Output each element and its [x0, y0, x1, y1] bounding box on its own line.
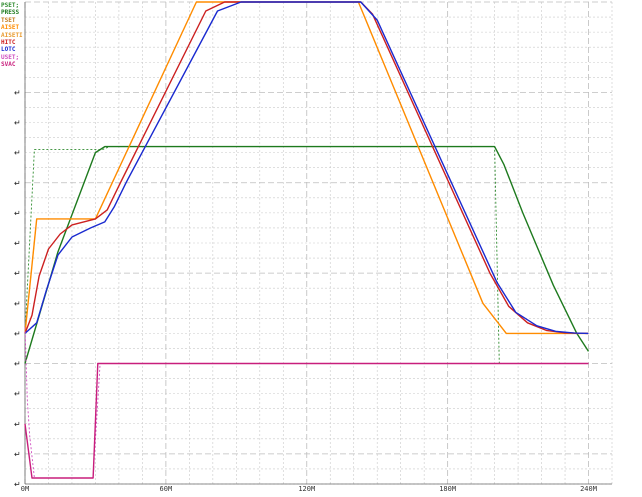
row-marker-icon: ↵	[14, 239, 21, 248]
legend-entry: LOTC	[1, 46, 16, 54]
legend-entry: SVAC	[1, 61, 16, 69]
row-marker-icon: ↵	[14, 179, 21, 188]
row-markers: ↵ ↵ ↵ ↵ ↵ ↵ ↵ ↵ ↵ ↵ ↵ ↵ ↵ ↵	[14, 88, 21, 489]
grid	[24, 1, 613, 485]
x-tick-label: 0M	[21, 485, 29, 493]
line-chart: 0M 60M 120M 180M 240M ↵ ↵ ↵ ↵ ↵ ↵ ↵ ↵ ↵ ↵ ↵ ↵ ↵ ↵	[14, 1, 613, 493]
row-marker-icon: ↵	[14, 360, 21, 369]
x-tick-label: 120M	[298, 485, 315, 493]
legend-entry: HITC	[1, 39, 16, 47]
row-marker-icon: ↵	[14, 390, 21, 399]
row-marker-icon: ↵	[14, 88, 21, 97]
legend-entry: AISET	[1, 24, 20, 32]
x-tick-label: 180M	[439, 485, 456, 493]
row-marker-icon: ↵	[14, 209, 21, 218]
row-marker-icon: ↵	[14, 149, 21, 158]
x-tick-label: 240M	[580, 485, 597, 493]
series-line-pset	[24, 146, 502, 364]
legend-entry: PRESS	[1, 9, 20, 17]
row-marker-icon: ↵	[14, 269, 21, 278]
legend: PSET; PRESS TSET AISET AISETI HITC LOTC USET; SV…	[1, 2, 23, 69]
legend-entry: TSET	[1, 16, 16, 24]
row-marker-icon: ↵	[14, 119, 21, 128]
legend-entry: PSET;	[1, 2, 20, 9]
legend-entry: USET;	[1, 53, 20, 61]
legend-entry: AISETI	[1, 31, 23, 39]
x-tick-label: 60M	[160, 485, 173, 493]
row-marker-icon: ↵	[14, 450, 21, 459]
row-marker-icon: ↵	[14, 420, 21, 429]
x-tick-labels: 0M 60M 120M 180M 240M	[21, 485, 597, 493]
row-marker-icon: ↵	[14, 329, 21, 338]
row-marker-icon: ↵	[14, 480, 21, 489]
row-marker-icon: ↵	[14, 299, 21, 308]
